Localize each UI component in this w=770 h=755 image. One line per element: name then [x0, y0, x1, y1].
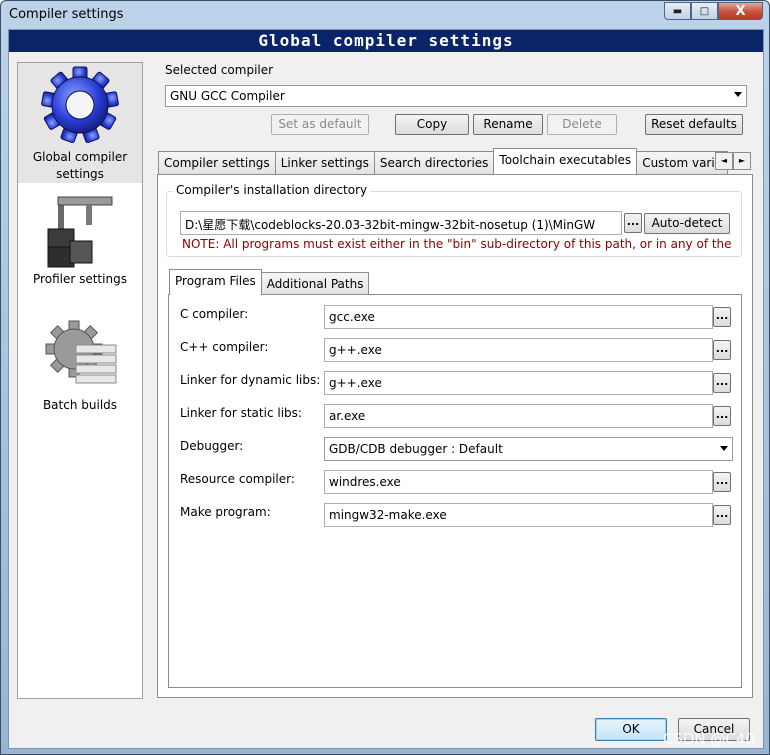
resource-compiler-label: Resource compiler: [180, 472, 295, 486]
debugger-label: Debugger: [180, 439, 244, 453]
page-title: Global compiler settings [9, 30, 763, 52]
toolchain-tab-panel: Compiler's installation directory D:\星愿下… [157, 174, 753, 698]
dynamic-linker-label: Linker for dynamic libs: [180, 373, 321, 387]
tab-toolchain-executables[interactable]: Toolchain executables [493, 148, 638, 174]
make-program-input-value: mingw32-make.exe [329, 508, 447, 522]
dynamic-linker-input-value: g++.exe [329, 376, 382, 390]
tab-scroll-left-button[interactable]: ◄ [715, 152, 733, 170]
sidebar-item-label: Profiler settings [33, 272, 127, 286]
sidebar-item-label: Batch builds [42, 398, 118, 412]
install-dir-input-value: D:\星愿下载\codeblocks-20.03-32bit-mingw-32b… [185, 218, 596, 232]
static-linker-input[interactable]: ar.exe [324, 404, 713, 428]
set-as-default-button[interactable]: Set as default [271, 114, 369, 135]
c-compiler-input[interactable]: gcc.exe [324, 305, 713, 329]
delete-button[interactable]: Delete [547, 114, 617, 135]
resource-compiler-input[interactable]: windres.exe [324, 470, 713, 494]
resource-compiler-input-value: windres.exe [329, 475, 401, 489]
minimize-button[interactable]: ▬ [664, 2, 691, 20]
auto-detect-button[interactable]: Auto-detect [644, 213, 730, 234]
program-subtabs: Program Files Additional Paths [169, 269, 370, 295]
caliper-icon [47, 196, 113, 268]
tab-scroll-buttons: ◄ ► [715, 152, 751, 170]
make-program-label: Make program: [180, 505, 271, 519]
static-linker-label: Linker for static libs: [180, 406, 302, 420]
dynamic-linker-browse-button[interactable]: ... [713, 373, 731, 393]
cpp-compiler-input[interactable]: g++.exe [324, 338, 713, 362]
dialog-window: Compiler settings ▬ □ X Global compiler … [0, 0, 770, 755]
rename-button[interactable]: Rename [473, 114, 543, 135]
make-program-browse-button[interactable]: ... [713, 505, 731, 525]
settings-tabs: Compiler settings Linker settings Search… [158, 148, 729, 174]
tab-additional-paths[interactable]: Additional Paths [260, 272, 370, 295]
gear-stack-icon [45, 320, 117, 384]
reset-defaults-button[interactable]: Reset defaults [645, 114, 743, 135]
sidebar-item-label: Global compiler [32, 150, 128, 164]
window-title: Compiler settings [9, 7, 124, 22]
resource-compiler-browse-button[interactable]: ... [713, 472, 731, 492]
cpp-compiler-label: C++ compiler: [180, 340, 269, 354]
settings-category-list: Global compiler settings Profiler settin… [17, 62, 143, 699]
static-linker-input-value: ar.exe [329, 409, 366, 423]
compiler-select[interactable]: GNU GCC Compiler [165, 85, 747, 107]
selected-compiler-label: Selected compiler [165, 63, 274, 77]
debugger-select[interactable]: GDB/CDB debugger : Default [324, 437, 733, 461]
chevron-down-icon [720, 446, 728, 451]
compiler-select-value: GNU GCC Compiler [170, 89, 285, 103]
install-dir-browse-button[interactable]: ... [624, 213, 642, 233]
tab-compiler-settings[interactable]: Compiler settings [158, 151, 276, 174]
c-compiler-input-value: gcc.exe [329, 310, 375, 324]
tab-scroll-right-button[interactable]: ► [733, 152, 751, 170]
ok-button[interactable]: OK [595, 718, 667, 741]
close-button[interactable]: X [718, 2, 763, 20]
sidebar-item-profiler[interactable]: Profiler settings [18, 187, 142, 291]
dynamic-linker-input[interactable]: g++.exe [324, 371, 713, 395]
tab-search-directories[interactable]: Search directories [373, 151, 495, 174]
debugger-select-value: GDB/CDB debugger : Default [329, 442, 503, 456]
static-linker-browse-button[interactable]: ... [713, 406, 731, 426]
watermark: CSDN @C40 [662, 730, 755, 748]
cpp-compiler-input-value: g++.exe [329, 343, 382, 357]
make-program-input[interactable]: mingw32-make.exe [324, 503, 713, 527]
tab-program-files[interactable]: Program Files [169, 269, 262, 295]
copy-button[interactable]: Copy [395, 114, 469, 135]
sidebar-item-batch-builds[interactable]: Batch builds [18, 313, 142, 417]
c-compiler-browse-button[interactable]: ... [713, 307, 731, 327]
install-dir-input[interactable]: D:\星愿下载\codeblocks-20.03-32bit-mingw-32b… [180, 211, 622, 235]
cpp-compiler-browse-button[interactable]: ... [713, 340, 731, 360]
maximize-button[interactable]: □ [691, 2, 718, 20]
window-controls: ▬ □ X [664, 2, 763, 20]
install-dir-group-title: Compiler's installation directory [173, 183, 371, 197]
install-dir-note: NOTE: All programs must exist either in … [182, 237, 732, 251]
program-files-panel: C compiler: gcc.exe ... C++ compiler: g+… [168, 294, 742, 688]
title-bar[interactable]: Compiler settings ▬ □ X [1, 1, 769, 29]
chevron-down-icon [734, 92, 742, 97]
gear-icon [41, 66, 119, 144]
tab-linker-settings[interactable]: Linker settings [274, 151, 375, 174]
dialog-client: Global compiler settings Global compiler… [8, 29, 764, 749]
c-compiler-label: C compiler: [180, 307, 249, 321]
sidebar-item-label-2: settings [56, 167, 104, 181]
sidebar-item-global-compiler[interactable]: Global compiler settings [18, 63, 142, 183]
